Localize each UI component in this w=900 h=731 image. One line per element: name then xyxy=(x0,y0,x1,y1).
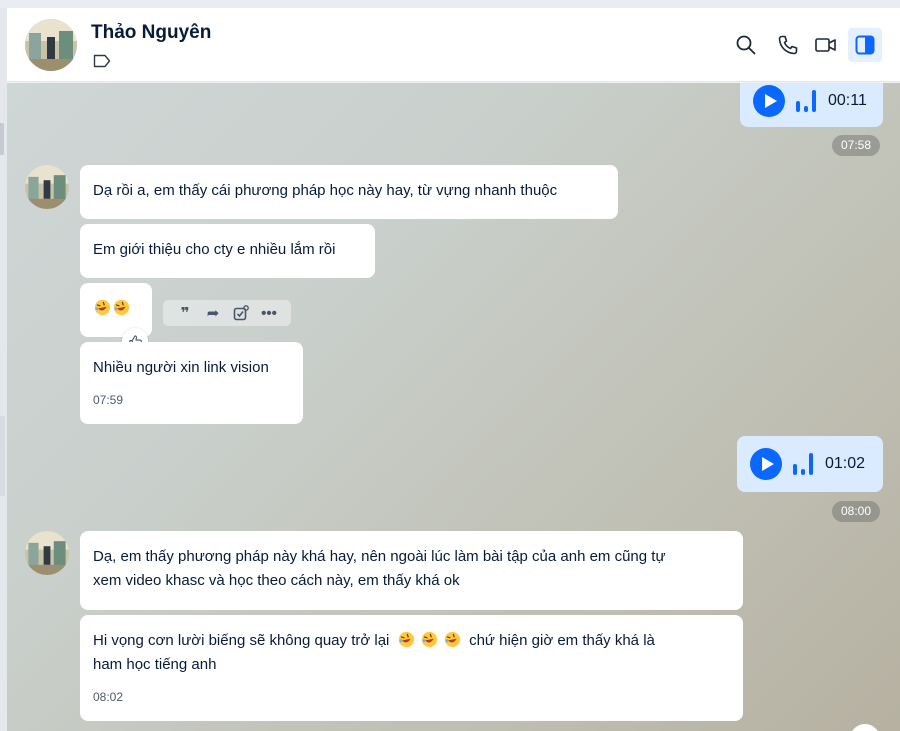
forward-icon[interactable]: ➦ xyxy=(202,302,224,324)
message-text: Hi vọng cơn lười biếng sẽ không quay trở… xyxy=(93,632,390,649)
video-icon xyxy=(815,38,836,52)
message-text: Em giới thiệu cho cty e nhiều lắm rồi xyxy=(93,241,336,258)
text-message[interactable]: Dạ rồi a, em thấy cái phương pháp học nà… xyxy=(80,165,618,219)
timestamp-badge: 07:58 xyxy=(832,135,881,156)
voice-message[interactable]: 00:11 xyxy=(740,83,883,127)
contact-name[interactable]: Thảo Nguyên xyxy=(91,22,211,44)
waveform-icon xyxy=(793,453,813,475)
window-top-frame xyxy=(0,0,900,8)
message-text-line: xem video khasc và học theo cách này, em… xyxy=(93,572,460,589)
video-call-button[interactable] xyxy=(809,28,843,62)
search-icon xyxy=(736,35,756,55)
quote-icon[interactable]: ❞ xyxy=(174,302,196,324)
left-panel-edge xyxy=(0,8,7,731)
phone-icon xyxy=(778,35,798,55)
message-text: Nhiều người xin link vision xyxy=(93,359,269,376)
message-time: 08:02 xyxy=(93,690,124,704)
contact-avatar[interactable] xyxy=(25,19,77,71)
voice-message[interactable]: 01:02 xyxy=(737,436,883,492)
rofl-emoji-icon xyxy=(113,299,130,316)
rofl-emoji-icon xyxy=(421,631,437,648)
toggle-info-panel-button[interactable] xyxy=(848,28,882,62)
message-text: chứ hiện giờ em thấy khá là xyxy=(469,632,655,649)
message-text: Dạ rồi a, em thấy cái phương pháp học nà… xyxy=(93,182,558,199)
left-panel-scroll-mark xyxy=(0,123,4,155)
contact-avatar[interactable] xyxy=(25,531,69,575)
text-message[interactable]: Nhiều người xin link vision 07:59 xyxy=(80,342,303,424)
sidebar-toggle-icon xyxy=(855,35,875,55)
rofl-emoji-icon xyxy=(398,631,414,648)
contact-avatar[interactable] xyxy=(25,165,69,209)
rofl-emoji-icon xyxy=(94,299,111,316)
text-message[interactable]: Em giới thiệu cho cty e nhiều lắm rồi xyxy=(80,224,375,278)
voice-duration: 01:02 xyxy=(825,455,866,472)
scroll-to-bottom-button[interactable] xyxy=(850,724,880,731)
play-icon[interactable] xyxy=(750,448,782,480)
chat-header: Thảo Nguyên xyxy=(7,8,900,82)
message-list[interactable]: 00:11 07:58 Dạ rồi a, em thấy cái phương… xyxy=(7,83,900,731)
rofl-emoji-icon xyxy=(444,631,461,648)
message-text-line: ham học tiếng anh xyxy=(93,656,217,673)
text-message[interactable]: Dạ, em thấy phương pháp này khá hay, nên… xyxy=(80,531,743,610)
left-panel-highlight xyxy=(0,416,5,496)
voice-duration: 00:11 xyxy=(828,92,867,109)
add-task-icon[interactable] xyxy=(230,302,252,324)
search-button[interactable] xyxy=(729,28,763,62)
waveform-icon xyxy=(796,90,816,112)
more-icon[interactable]: ••• xyxy=(258,302,280,324)
message-text-line: Dạ, em thấy phương pháp này khá hay, nên… xyxy=(93,548,666,565)
tag-icon[interactable] xyxy=(93,54,111,68)
message-action-bar: ❞ ➦ ••• xyxy=(163,300,291,326)
timestamp-badge: 08:00 xyxy=(832,501,881,522)
text-message[interactable]: Hi vọng cơn lười biếng sẽ không quay trở… xyxy=(80,615,743,721)
voice-call-button[interactable] xyxy=(771,28,805,62)
play-icon[interactable] xyxy=(753,85,785,117)
message-time: 07:59 xyxy=(93,393,124,407)
